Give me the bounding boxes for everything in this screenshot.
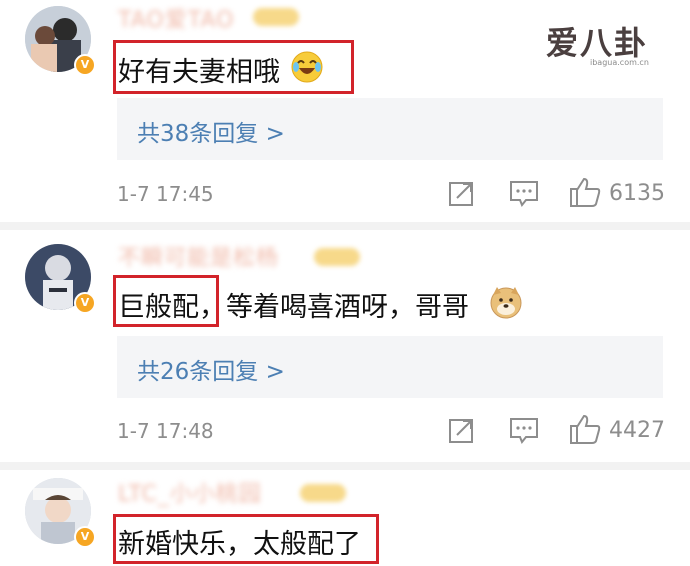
like-icon[interactable] (568, 413, 602, 445)
fan-badge (300, 484, 346, 502)
comment-text: 新婚快乐，太般配了 (118, 529, 361, 560)
comment-item: V TAO爱TAO 好有夫妻相哦 共38条回复 > 1-7 17:45 6135 (0, 0, 690, 222)
replies-box[interactable]: 共26条回复 > (117, 336, 663, 398)
verified-badge: V (74, 526, 96, 548)
view-replies-link[interactable]: 共38条回复 > (137, 114, 285, 148)
comment-icon[interactable] (508, 415, 540, 445)
doge-emoji (490, 287, 522, 319)
comment-item: V 不瞬可能是松杨 巨般配，等着喝喜酒呀，哥哥 共26条回复 > 1-7 17:… (0, 230, 690, 462)
view-replies-link[interactable]: 共26条回复 > (137, 352, 285, 386)
comment-text: 巨般配，等着喝喜酒呀，哥哥 (118, 292, 469, 323)
like-icon[interactable] (568, 176, 602, 208)
verified-badge: V (74, 54, 96, 76)
replies-box[interactable]: 共38条回复 > (117, 98, 663, 160)
like-count: 6135 (609, 181, 665, 206)
comment-item: V LTC_小小桃园 新婚快乐，太般配了 (0, 470, 690, 566)
verified-badge: V (74, 292, 96, 314)
username[interactable]: TAO爱TAO (118, 2, 234, 34)
share-icon[interactable] (447, 415, 477, 445)
comment-time: 1-7 17:48 (117, 419, 214, 443)
like-count: 4427 (609, 418, 665, 443)
divider (0, 462, 690, 470)
share-icon[interactable] (447, 178, 477, 208)
fan-badge (314, 248, 360, 266)
fan-badge (253, 8, 299, 26)
laughing-tears-emoji (291, 51, 323, 83)
divider (0, 222, 690, 230)
comment-icon[interactable] (508, 178, 540, 208)
comment-text: 好有夫妻相哦 (118, 57, 280, 88)
username[interactable]: 不瞬可能是松杨 (118, 240, 279, 272)
username[interactable]: LTC_小小桃园 (118, 476, 262, 508)
comment-time: 1-7 17:45 (117, 182, 214, 206)
